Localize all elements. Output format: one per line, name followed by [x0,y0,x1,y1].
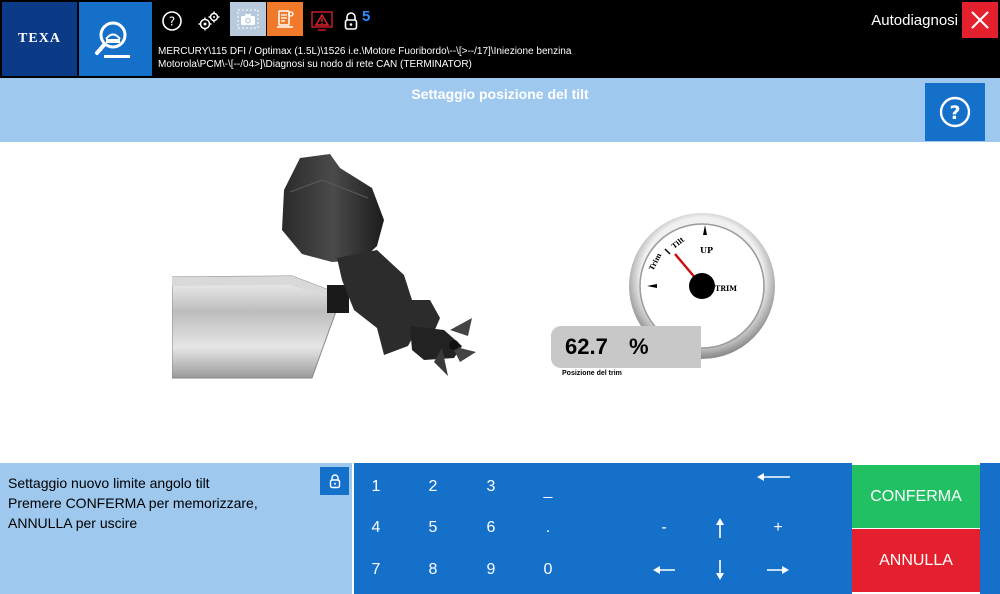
instruction-line-3: ANNULLA per uscire [8,515,138,531]
close-icon [971,11,989,29]
gauge-label-up: UP [700,245,713,255]
bottom-panel: Settaggio nuovo limite angolo tilt Preme… [0,463,1000,594]
key-7[interactable]: 7 [358,556,394,584]
settings-toolbar-button[interactable] [192,4,226,38]
notification-count-badge: 5 [362,8,371,25]
arrow-right-icon [767,566,789,574]
vehicle-path-breadcrumb: MERCURY\115 DFI / Optimax (1.5L)\1526 i.… [158,45,571,71]
backspace-key[interactable] [756,463,792,491]
arrow-up-key[interactable] [702,514,738,542]
path-line-1: MERCURY\115 DFI / Optimax (1.5L)\1526 i.… [158,46,572,57]
outboard-motor-illustration [172,154,476,379]
gauge-label-center: TRIM [715,284,737,293]
texa-logo: TEXA [2,2,77,76]
key-8[interactable]: 8 [415,556,451,584]
lock-value-button[interactable] [320,467,349,495]
engine-info-icon [277,10,294,28]
help-toolbar-button[interactable]: ? [155,4,189,38]
svg-text:?: ? [949,102,960,124]
vehicle-search-icon [94,21,130,58]
camera-icon [237,9,259,29]
lock-toolbar-button[interactable] [338,4,364,38]
arrow-up-icon [716,518,724,538]
instruction-line-2: Premere CONFERMA per memorizzare, [8,495,258,511]
trim-readout-label: Posizione del trim [562,370,622,377]
section-title: Autodiagnosi [871,12,958,29]
backspace-arrow-icon [757,473,790,481]
key-0[interactable]: 0 [530,556,566,584]
key-2[interactable]: 2 [415,473,451,501]
trim-unit: % [629,334,649,359]
arrow-down-key[interactable] [702,556,738,584]
arrow-left-key[interactable] [646,556,682,584]
key-4[interactable]: 4 [358,514,394,542]
confirm-button[interactable]: CONFERMA [852,465,980,528]
page-header: Settaggio posizione del tilt ? [0,78,1000,142]
key-minus[interactable]: - [646,514,682,542]
lock-icon [344,12,358,30]
arrow-right-key[interactable] [760,556,796,584]
trim-value: 62.7 [565,334,608,359]
instruction-panel: Settaggio nuovo limite angolo tilt Preme… [0,463,352,594]
numeric-keypad: 1 2 3 _ 4 5 6 . 7 8 9 0 - + [354,463,852,594]
gears-icon [198,11,220,31]
vehicle-search-button[interactable] [79,2,152,76]
question-icon: ? [939,96,971,128]
key-3[interactable]: 3 [473,473,509,501]
top-bar: TEXA ? 5 MERCURY\115 DFI / Optimax (1.5L… [0,0,1000,78]
screenshot-toolbar-button[interactable] [230,2,266,36]
key-underscore[interactable]: _ [530,477,566,505]
key-9[interactable]: 9 [473,556,509,584]
key-6[interactable]: 6 [473,514,509,542]
right-edge-strip [980,463,1000,594]
trim-readout: 62.7 % [551,326,701,368]
page-title: Settaggio posizione del tilt [411,86,589,102]
question-icon: ? [162,11,182,31]
arrow-left-icon [653,566,675,574]
cancel-button[interactable]: ANNULLA [852,529,980,592]
page-help-button[interactable]: ? [925,83,985,141]
warning-icon [311,11,333,31]
warning-toolbar-button[interactable] [305,4,339,38]
brand-label: TEXA [18,31,61,46]
key-1[interactable]: 1 [358,473,394,501]
instruction-line-1: Settaggio nuovo limite angolo tilt [8,475,210,491]
lock-icon [329,474,340,489]
technical-info-toolbar-button[interactable] [267,2,303,36]
svg-text:?: ? [169,15,175,29]
key-plus[interactable]: + [760,514,796,542]
content-area: Trim Tilt UP TRIM 62.7 % Posizione del t… [0,142,1000,463]
app-root: TEXA ? 5 MERCURY\115 DFI / Optimax (1.5L… [0,0,1000,594]
key-5[interactable]: 5 [415,514,451,542]
close-button[interactable] [962,2,998,38]
arrow-down-icon [716,560,724,580]
key-dot[interactable]: . [530,514,566,542]
path-line-2: Motorola\PCM\-\[--/04>]\Diagnosi su nodo… [158,59,472,70]
